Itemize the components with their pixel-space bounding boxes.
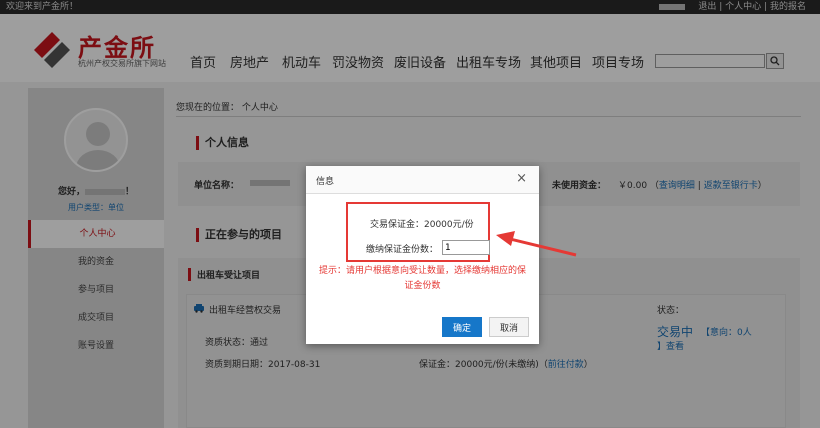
deposit-line: 交易保证金：20000元/份	[370, 220, 474, 230]
dialog-tip: 提示：请用户根据意向受让数量，选择缴纳相应的保证金份数	[318, 266, 526, 291]
confirm-button[interactable]: 确定	[442, 317, 482, 337]
deposit-dialog: 信息 × 交易保证金：20000元/份 缴纳保证金份数： 提示：请用户根据意向受…	[306, 166, 539, 344]
copies-label: 缴纳保证金份数：	[366, 245, 439, 255]
copies-input[interactable]	[442, 240, 490, 255]
dialog-title: 信息	[316, 177, 335, 187]
dialog-header: 信息 ×	[306, 166, 539, 194]
close-icon[interactable]: ×	[516, 171, 527, 186]
cancel-button[interactable]: 取消	[489, 317, 529, 337]
